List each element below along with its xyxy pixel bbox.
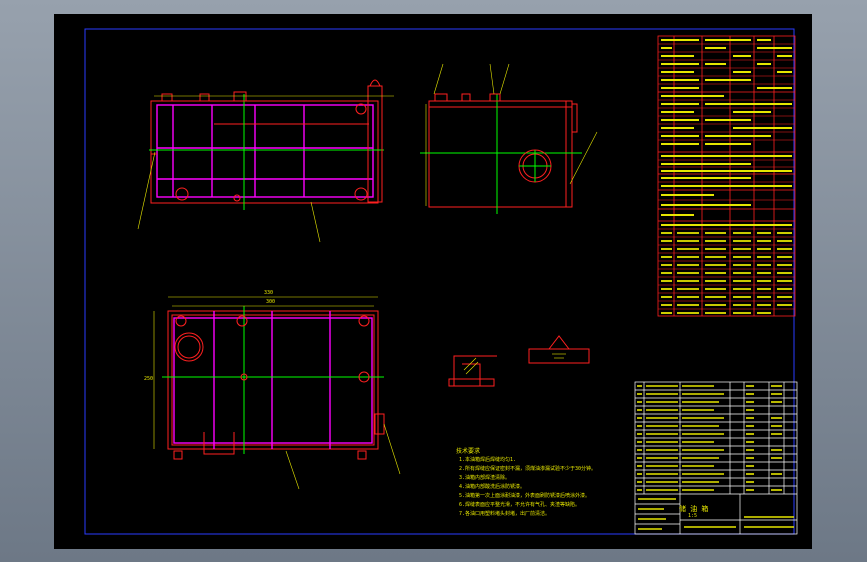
note-line: 5.油箱第一次上面涂耐油漆，外表面刷防锈漆后喷涂外漆。 — [459, 493, 591, 499]
note-line: 6.焊缝表面应平整光滑，不允许有气孔、夹渣等缺陷。 — [459, 502, 581, 508]
drawing-sheet: 储 油 箱 1:5 技术要求 1.本油箱焊后焊缝均匀1. 2.所有焊缝应保证密封… — [54, 14, 812, 549]
front-view — [137, 79, 394, 243]
dim-top-inner: 300 — [266, 299, 276, 305]
front-side-pipe — [367, 85, 383, 203]
dim-top-overall: 330 — [264, 290, 274, 296]
front-outline — [150, 100, 379, 204]
front-inner-shell — [156, 104, 374, 198]
dim-left-overall: 250 — [144, 376, 154, 382]
note-line: 3.油箱内部焊渣清除。 — [459, 475, 511, 481]
note-line: 7.各油口用塑料堵头封堵，出厂前清洁。 — [459, 511, 551, 517]
note-line: 2.所有焊缝应保证密封不漏，须煤油渗漏试验不少于30分钟。 — [459, 466, 597, 472]
top-view — [153, 296, 401, 490]
drawing-scale: 1:5 — [688, 513, 698, 519]
top-inner-shell — [173, 317, 373, 444]
front-drain-port — [175, 187, 189, 201]
side-outline — [428, 100, 573, 208]
weld-detail-left — [448, 355, 497, 387]
bom-glyphs — [637, 385, 794, 530]
notes-heading: 技术要求 — [456, 448, 481, 455]
side-view — [420, 63, 598, 214]
spec-tables — [657, 35, 796, 317]
spec-table-rows — [658, 43, 795, 310]
top-manhole — [174, 332, 204, 362]
top-outline — [167, 310, 379, 450]
cad-drawing — [84, 28, 798, 535]
note-line: 4.油箱内部酸洗后涂防锈漆。 — [459, 484, 526, 490]
note-line: 1.本油箱焊后焊缝均匀1. — [459, 457, 517, 463]
weld-detail-right — [528, 335, 590, 364]
